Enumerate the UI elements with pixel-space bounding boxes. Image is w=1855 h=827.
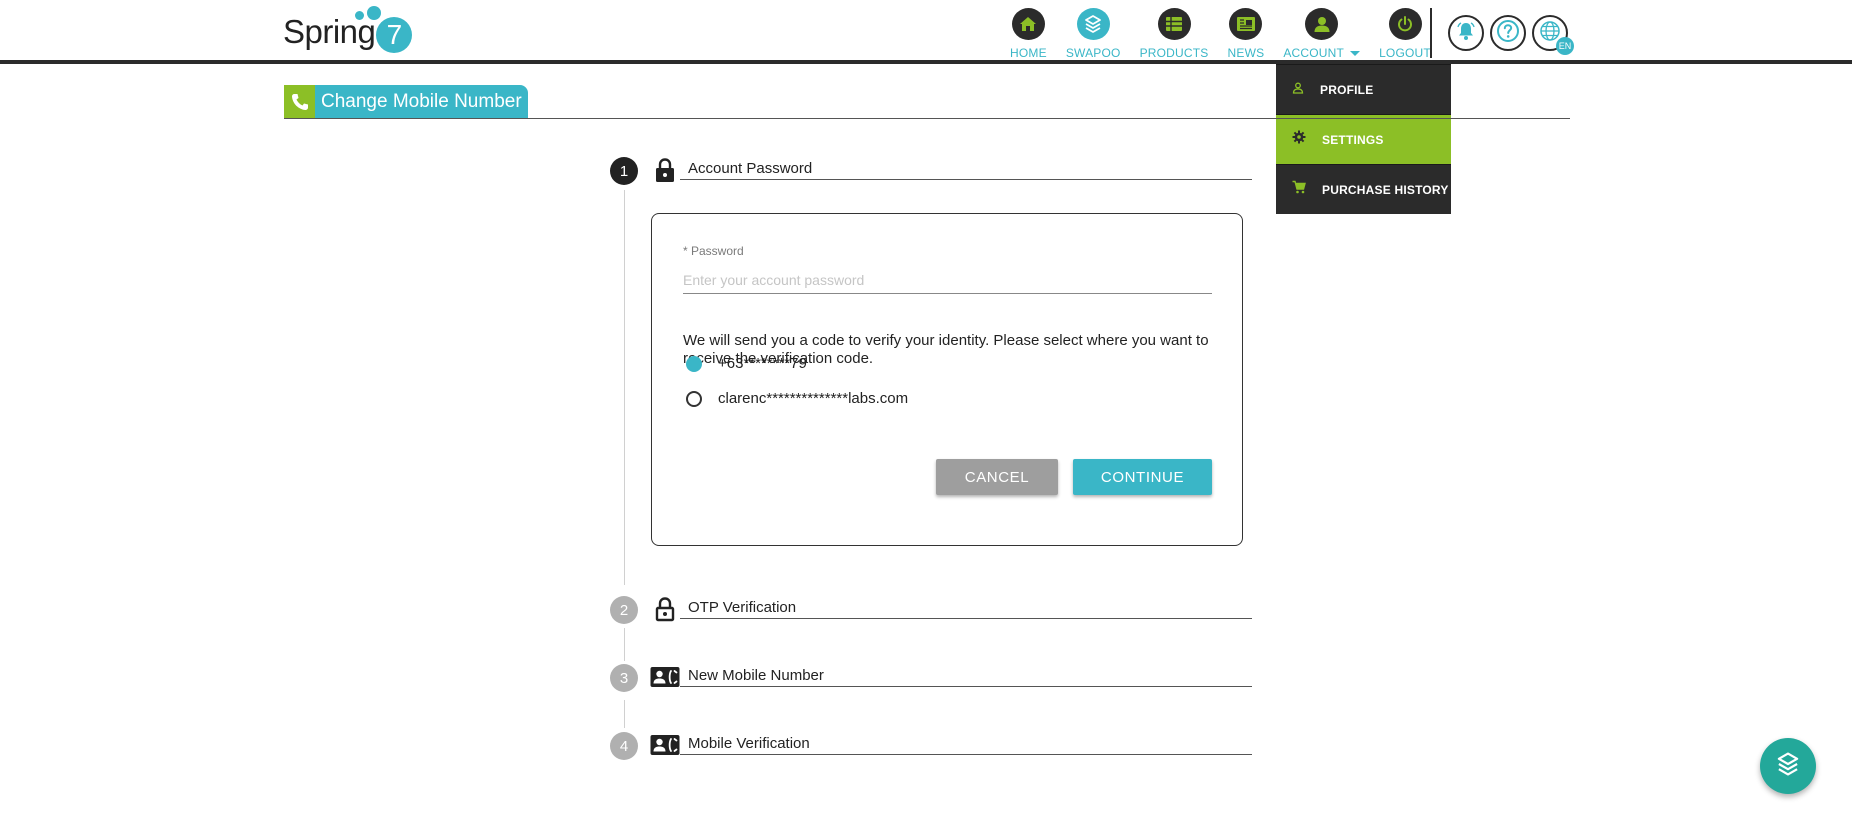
title-divider bbox=[284, 118, 1570, 119]
menu-item-purchase-history[interactable]: PURCHASE HISTORY bbox=[1276, 164, 1451, 214]
top-header: Spring 7 HOME SWAPOO PRODUCTS NEWS ACCOU… bbox=[0, 0, 1852, 64]
help-icon bbox=[1496, 19, 1520, 48]
step-title: Mobile Verification bbox=[680, 727, 1252, 755]
spring7-logo[interactable]: Spring 7 bbox=[283, 6, 413, 56]
menu-item-profile[interactable]: PROFILE bbox=[1276, 64, 1451, 114]
swapoo-icon bbox=[1076, 8, 1110, 40]
continue-button[interactable]: CONTINUE bbox=[1073, 459, 1212, 495]
swapoo-icon bbox=[1775, 751, 1801, 782]
nav-products-label: PRODUCTS bbox=[1139, 46, 1209, 60]
step-title: Account Password bbox=[680, 152, 1252, 180]
page-title-tab: Change Mobile Number bbox=[284, 85, 528, 119]
nav-products[interactable]: PRODUCTS bbox=[1140, 8, 1209, 60]
cancel-button[interactable]: CANCEL bbox=[936, 459, 1058, 495]
nav-account[interactable]: ACCOUNT bbox=[1283, 8, 1361, 60]
account-icon bbox=[1305, 8, 1339, 40]
password-label: * Password bbox=[683, 244, 744, 258]
caret-down-icon bbox=[1350, 50, 1361, 56]
swapoo-fab-button[interactable] bbox=[1760, 738, 1816, 794]
phone-icon bbox=[284, 85, 315, 119]
step-number: 4 bbox=[610, 732, 638, 760]
nav-logout[interactable]: LOGOUT bbox=[1379, 8, 1431, 60]
page-title: Change Mobile Number bbox=[321, 91, 522, 112]
menu-item-label: PROFILE bbox=[1320, 82, 1374, 97]
language-button[interactable]: EN bbox=[1532, 15, 1574, 55]
step-title: New Mobile Number bbox=[680, 659, 1252, 687]
language-badge: EN bbox=[1556, 37, 1574, 55]
lock-icon bbox=[650, 155, 680, 185]
option-email-label: clarenc**************labs.com bbox=[718, 390, 909, 407]
news-icon bbox=[1229, 8, 1263, 40]
password-input[interactable] bbox=[683, 266, 1212, 294]
person-icon bbox=[1292, 81, 1304, 99]
products-icon bbox=[1157, 8, 1191, 40]
password-form-card: * Password We will send you a code to ve… bbox=[651, 213, 1243, 546]
step-4[interactable]: 4 Mobile Verification bbox=[610, 727, 1252, 763]
nav-home[interactable]: HOME bbox=[1010, 8, 1047, 60]
step-connector bbox=[624, 700, 625, 728]
nav-account-label: ACCOUNT bbox=[1283, 46, 1361, 60]
step-number: 2 bbox=[610, 596, 638, 624]
menu-item-label: PURCHASE HISTORY bbox=[1322, 182, 1449, 197]
logo-dot bbox=[355, 11, 364, 20]
menu-item-settings[interactable]: SETTINGS bbox=[1276, 114, 1451, 164]
gear-icon bbox=[1292, 130, 1306, 149]
step-number: 3 bbox=[610, 664, 638, 692]
step-2[interactable]: 2 OTP Verification bbox=[610, 591, 1252, 627]
nav-logout-label: LOGOUT bbox=[1379, 46, 1431, 60]
contact-phone-icon bbox=[650, 662, 680, 692]
step-number: 1 bbox=[610, 157, 638, 185]
help-button[interactable] bbox=[1490, 15, 1526, 51]
nav-divider bbox=[1430, 8, 1432, 58]
home-icon bbox=[1011, 8, 1045, 40]
step-connector bbox=[624, 628, 625, 661]
account-label-text: ACCOUNT bbox=[1283, 46, 1345, 60]
radio-unchecked-icon[interactable] bbox=[686, 390, 702, 407]
bell-icon bbox=[1456, 21, 1476, 46]
account-dropdown: PROFILE SETTINGS PURCHASE HISTORY bbox=[1276, 64, 1451, 214]
power-icon bbox=[1388, 8, 1422, 40]
lock-open-icon bbox=[650, 594, 680, 624]
nav-home-label: HOME bbox=[1010, 46, 1047, 60]
nav-swapoo-label: SWAPOO bbox=[1065, 46, 1121, 60]
contact-phone-icon bbox=[650, 730, 680, 760]
nav-news-label: NEWS bbox=[1227, 46, 1265, 60]
cart-icon bbox=[1292, 180, 1306, 199]
option-phone-label: +63********79 bbox=[718, 355, 807, 372]
menu-item-label: SETTINGS bbox=[1322, 132, 1384, 147]
step-1[interactable]: 1 Account Password bbox=[610, 152, 1252, 188]
option-phone[interactable]: +63********79 bbox=[686, 355, 807, 372]
step-3[interactable]: 3 New Mobile Number bbox=[610, 659, 1252, 695]
logo-dot bbox=[367, 6, 381, 20]
step-title: OTP Verification bbox=[680, 591, 1252, 619]
option-email[interactable]: clarenc**************labs.com bbox=[686, 390, 908, 407]
logo-number: 7 bbox=[376, 17, 413, 53]
radio-checked-icon[interactable] bbox=[686, 355, 702, 372]
step-connector bbox=[624, 190, 625, 585]
main-nav: HOME SWAPOO PRODUCTS NEWS ACCOUNT LOGOUT bbox=[1010, 8, 1450, 60]
notifications-button[interactable] bbox=[1448, 15, 1484, 51]
nav-swapoo[interactable]: SWAPOO bbox=[1066, 8, 1121, 60]
nav-news[interactable]: NEWS bbox=[1228, 8, 1265, 60]
